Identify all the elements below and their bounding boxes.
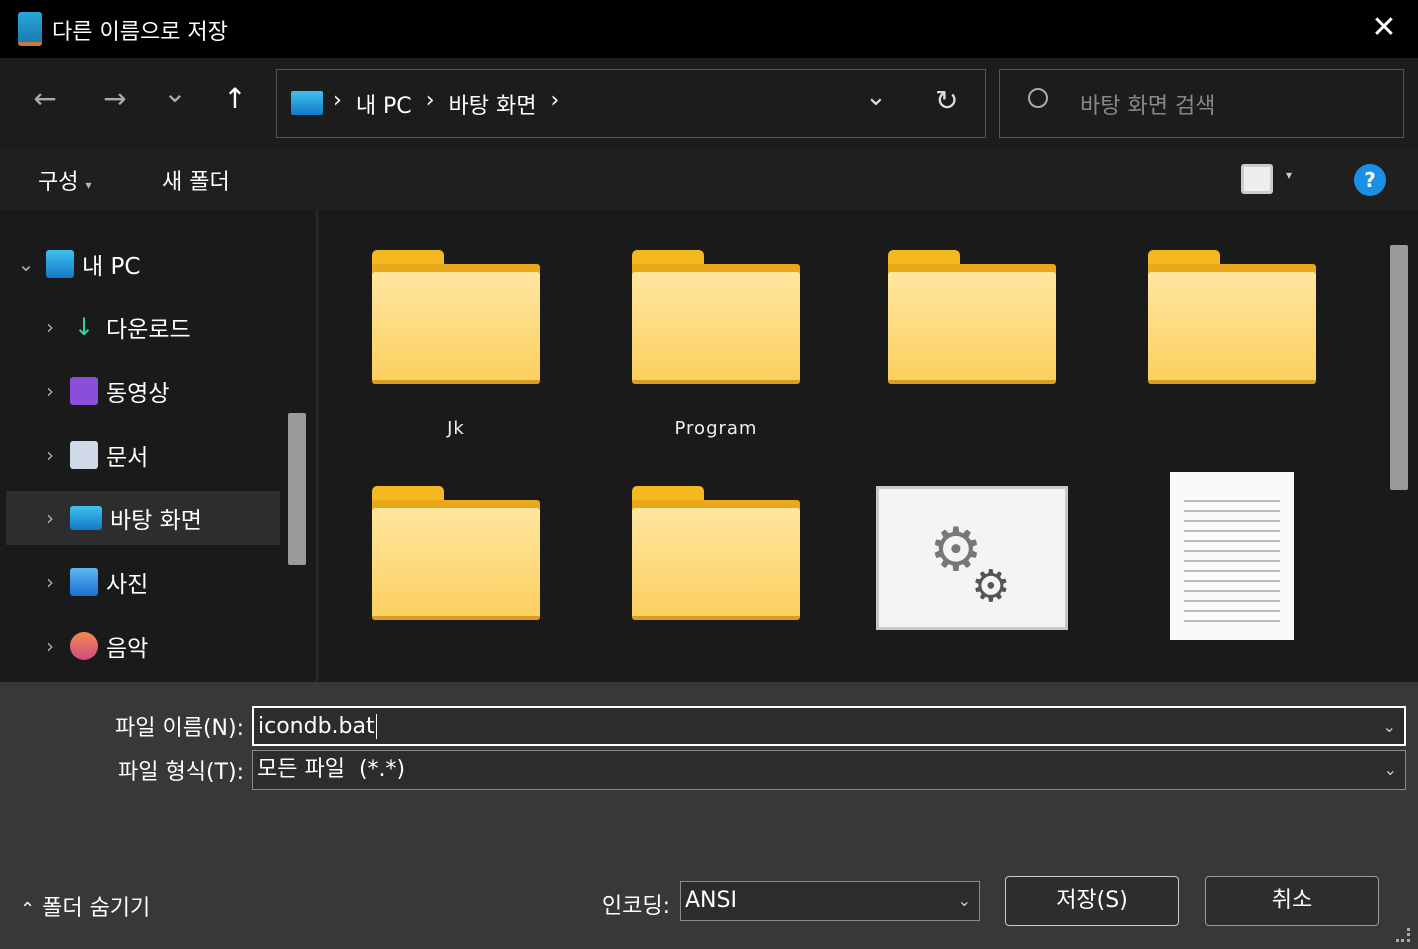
folder-icon xyxy=(632,486,800,620)
refresh-button[interactable]: ↻ xyxy=(935,84,958,117)
chevron-right-icon[interactable]: › xyxy=(30,315,70,339)
address-bar[interactable]: › 내 PC › 바탕 화면 › ⌄ ↻ xyxy=(276,69,986,138)
organize-button[interactable]: 구성 ▾ xyxy=(38,164,92,196)
chevron-right-icon[interactable]: › xyxy=(30,634,70,658)
tree-label: 사진 xyxy=(106,572,149,598)
tree-label: 내 PC xyxy=(82,254,141,280)
breadcrumb-separator[interactable]: › xyxy=(550,88,559,120)
encoding-select[interactable]: ANSI ⌄ xyxy=(680,881,980,921)
chevron-right-icon[interactable]: › xyxy=(30,379,70,403)
help-button[interactable]: ? xyxy=(1354,164,1386,196)
folder-item[interactable] xyxy=(356,486,556,654)
download-icon: ↓ xyxy=(73,313,95,341)
tree-item-documents[interactable]: › 문서 xyxy=(30,428,304,482)
file-list-scrollbar[interactable] xyxy=(1390,245,1408,490)
tree-label: 동영상 xyxy=(106,381,170,407)
navigation-bar: ← → ⌄ ↑ › 내 PC › 바탕 화면 › ⌄ ↻ 바탕 화면 검색 xyxy=(0,58,1418,148)
chevron-down-icon[interactable]: ⌄ xyxy=(6,252,46,276)
tree-label: 바탕 화면 xyxy=(110,508,202,534)
resize-grip[interactable] xyxy=(1396,928,1410,942)
up-button[interactable]: ↑ xyxy=(215,82,255,115)
text-file-icon xyxy=(1170,472,1294,640)
title-bar: 다른 이름으로 저장 ✕ xyxy=(0,0,1418,58)
window-title: 다른 이름으로 저장 xyxy=(52,20,228,45)
filetype-select[interactable]: 모든 파일 (*.*) ⌄ xyxy=(252,750,1406,790)
chevron-up-icon: ⌃ xyxy=(20,899,36,920)
filetype-value: 모든 파일 (*.*) xyxy=(257,757,406,782)
folder-item[interactable] xyxy=(616,486,816,654)
tree-label: 음악 xyxy=(106,636,149,662)
nav-pane-scrollbar[interactable] xyxy=(288,413,306,565)
notepad-icon xyxy=(18,12,42,46)
cancel-button[interactable]: 취소 xyxy=(1205,876,1379,926)
new-folder-button[interactable]: 새 폴더 xyxy=(162,164,230,196)
folder-item[interactable] xyxy=(872,250,1072,418)
folder-item[interactable] xyxy=(1132,250,1332,418)
save-options-panel: 파일 이름(N): icondb.bat ⌄ 파일 형식(T): 모든 파일 (*… xyxy=(0,682,1418,949)
chevron-down-icon: ⌄ xyxy=(957,891,971,910)
settings-file-icon: ⚙ ⚙ xyxy=(876,486,1068,630)
tree-label: 문서 xyxy=(106,445,149,471)
view-options-icon[interactable] xyxy=(1241,164,1273,194)
encoding-value: ANSI xyxy=(685,888,737,913)
forward-button[interactable]: → xyxy=(95,82,135,115)
recent-locations-button[interactable]: ⌄ xyxy=(155,76,195,109)
breadcrumb-separator: › xyxy=(333,88,342,113)
document-icon xyxy=(70,441,98,469)
chevron-right-icon[interactable]: › xyxy=(30,443,70,467)
folder-icon xyxy=(1148,250,1316,384)
desktop-icon xyxy=(291,91,323,115)
navigation-pane: ⌄ 내 PC › ↓ 다운로드 › 동영상 › 문서 › 바탕 화면 › 사진 › 음악 xyxy=(0,210,318,682)
close-button[interactable]: ✕ xyxy=(1366,10,1402,46)
chevron-right-icon[interactable]: › xyxy=(30,570,70,594)
breadcrumb-desktop[interactable]: 바탕 화면 xyxy=(449,88,537,120)
back-button[interactable]: ← xyxy=(25,82,65,115)
video-icon xyxy=(70,377,98,405)
filename-input[interactable]: icondb.bat ⌄ xyxy=(252,706,1406,746)
folder-icon xyxy=(372,486,540,620)
tree-item-videos[interactable]: › 동영상 xyxy=(30,364,304,418)
breadcrumb-my-pc[interactable]: 내 PC xyxy=(356,88,412,120)
filename-label: 파일 이름(N): xyxy=(115,716,244,741)
folder-icon xyxy=(372,250,540,384)
file-label: Program xyxy=(674,418,758,439)
breadcrumb-separator: › xyxy=(425,88,435,113)
hide-folders-label: 폴더 숨기기 xyxy=(42,896,151,921)
search-box[interactable]: 바탕 화면 검색 xyxy=(999,69,1404,138)
tree-label: 다운로드 xyxy=(106,317,191,343)
tree-item-desktop[interactable]: › 바탕 화면 xyxy=(6,491,280,545)
filetype-label: 파일 형식(T): xyxy=(118,760,244,785)
chevron-down-icon[interactable]: ⌄ xyxy=(1383,708,1396,746)
filename-value: icondb.bat xyxy=(258,714,375,739)
chevron-down-icon: ⌄ xyxy=(1383,760,1397,779)
music-icon xyxy=(70,632,98,660)
file-list: Jk Program ⚙ ⚙ xyxy=(320,210,1418,682)
view-dropdown-arrow[interactable]: ▾ xyxy=(1286,168,1292,182)
folder-icon xyxy=(632,250,800,384)
tree-item-pictures[interactable]: › 사진 xyxy=(30,555,304,609)
tree-item-music[interactable]: › 음악 xyxy=(30,619,304,673)
tree-item-my-pc[interactable]: ⌄ 내 PC xyxy=(6,237,280,291)
command-bar: 구성 ▾ 새 폴더 ▾ ? xyxy=(0,148,1418,210)
organize-label: 구성 xyxy=(38,170,79,195)
chevron-down-icon: ▾ xyxy=(85,178,92,192)
computer-icon xyxy=(46,250,74,278)
desktop-icon xyxy=(70,506,102,530)
search-input[interactable]: 바탕 화면 검색 xyxy=(1080,88,1215,120)
encoding-label: 인코딩: xyxy=(601,894,670,919)
hide-folders-button[interactable]: ⌃ 폴더 숨기기 xyxy=(20,890,150,922)
file-item[interactable]: ⚙ ⚙ xyxy=(872,486,1072,656)
tree-item-downloads[interactable]: › ↓ 다운로드 xyxy=(30,300,304,354)
save-button[interactable]: 저장(S) xyxy=(1005,876,1179,926)
chevron-right-icon[interactable]: › xyxy=(30,506,70,530)
folder-icon xyxy=(888,250,1056,384)
address-dropdown-button[interactable]: ⌄ xyxy=(865,82,887,112)
file-label: Jk xyxy=(447,418,465,439)
folder-item[interactable]: Jk xyxy=(356,250,556,439)
search-icon xyxy=(1028,88,1048,108)
pictures-icon xyxy=(70,568,98,596)
file-item[interactable] xyxy=(1132,472,1332,660)
folder-item[interactable]: Program xyxy=(616,250,816,439)
